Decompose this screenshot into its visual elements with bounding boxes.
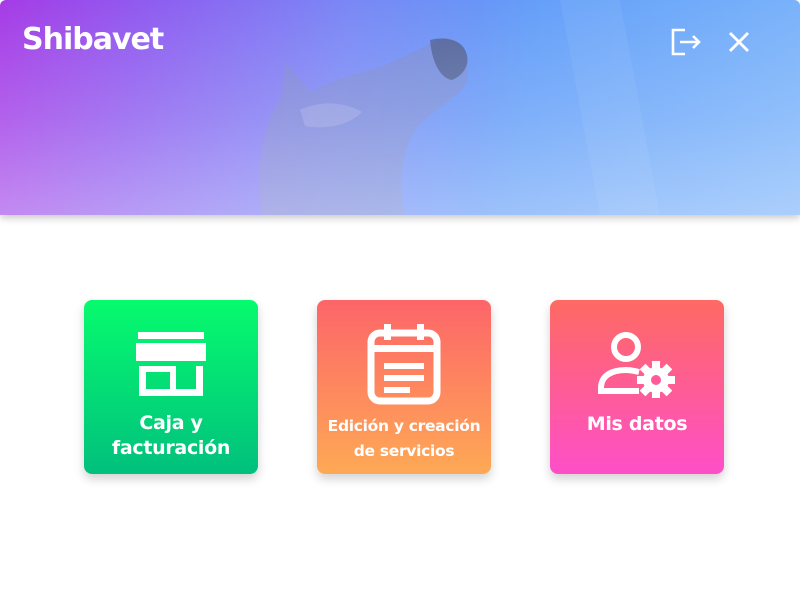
- storefront-icon: [136, 332, 206, 396]
- close-icon: [729, 32, 749, 52]
- logout-button[interactable]: [668, 24, 704, 60]
- tile-caja-label-line2: facturación: [111, 437, 231, 459]
- tile-datos-label: Mis datos: [550, 412, 724, 437]
- tile-edicion-servicios[interactable]: Edición y creación de servicios: [317, 300, 491, 474]
- tile-servicios-label-line1: Edición y creación: [327, 417, 481, 435]
- tile-datos-label-line1: Mis datos: [586, 413, 688, 435]
- tile-caja-label-line1: Caja y: [139, 412, 203, 434]
- user-settings-icon: [598, 332, 675, 398]
- tile-caja-label: Caja y facturación: [84, 411, 258, 461]
- close-button[interactable]: [721, 24, 757, 60]
- tile-mis-datos[interactable]: Mis datos: [550, 300, 724, 474]
- app-window: Shibavet Caja y facturación Edición y cr…: [0, 0, 800, 600]
- tile-servicios-label: Edición y creación de servicios: [317, 414, 491, 464]
- calendar-icon: [367, 324, 441, 405]
- tile-caja-facturacion[interactable]: Caja y facturación: [84, 300, 258, 474]
- tile-servicios-label-line2: de servicios: [353, 442, 455, 460]
- app-title: Shibavet: [22, 22, 164, 57]
- header-banner: Shibavet: [0, 0, 800, 215]
- logout-icon: [671, 28, 701, 56]
